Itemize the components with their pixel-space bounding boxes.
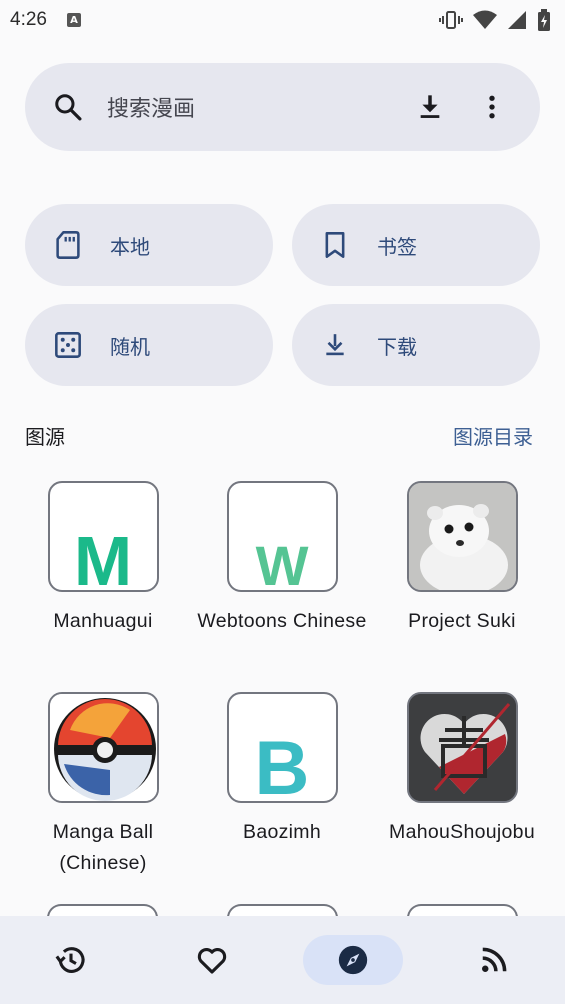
wifi-icon <box>473 10 497 29</box>
source-item[interactable]: Project Suki <box>372 481 552 637</box>
pokeball-image <box>49 694 157 801</box>
nav-explore[interactable] <box>283 916 424 1004</box>
source-name: MahouShoujobu <box>389 821 535 843</box>
search-icon <box>55 94 82 121</box>
source-name: Manga Ball (Chinese) <box>52 821 154 874</box>
source-name: Webtoons Chinese <box>197 610 367 632</box>
vibrate-icon <box>439 11 463 29</box>
status-icons <box>439 9 551 31</box>
source-item[interactable]: M Manhuagui <box>13 481 193 637</box>
search-bar[interactable]: 搜索漫画 <box>25 63 540 151</box>
source-item[interactable]: Manga Ball (Chinese) <box>13 692 193 879</box>
signal-icon <box>508 11 526 29</box>
local-label: 本地 <box>110 234 150 259</box>
nav-feed[interactable] <box>424 916 565 1004</box>
source-name: Manhuagui <box>53 610 153 632</box>
download-queue-icon <box>320 330 350 360</box>
source-icon-baozimh: B <box>226 692 338 803</box>
search-input[interactable]: 搜索漫画 <box>107 91 410 123</box>
history-icon <box>55 947 85 973</box>
heart-logo-image <box>408 694 516 801</box>
status-bar: 4:26 A <box>0 0 565 40</box>
source-icon-manhuagui: M <box>47 481 159 592</box>
download-button[interactable] <box>410 87 450 127</box>
source-item[interactable]: W Webtoons Chinese <box>192 481 372 637</box>
sources-title: 图源 <box>25 425 65 449</box>
nav-active-indicator <box>303 935 404 985</box>
random-label: 随机 <box>110 334 150 359</box>
downloads-button[interactable]: 下载 <box>292 304 540 386</box>
bookmarks-label: 书签 <box>377 234 417 259</box>
source-letter: B <box>254 726 310 803</box>
nav-history[interactable] <box>0 916 141 1004</box>
dice-icon <box>53 330 83 360</box>
downloads-label: 下载 <box>377 334 417 359</box>
explore-icon <box>338 945 368 975</box>
battery-icon <box>538 9 550 31</box>
local-button[interactable]: 本地 <box>25 204 273 286</box>
source-name: Baozimh <box>243 821 321 843</box>
more-vert-icon <box>489 95 495 119</box>
source-icon-manga-ball <box>47 692 159 803</box>
notification-icon: A <box>66 13 81 27</box>
sd-card-icon <box>53 230 83 260</box>
random-button[interactable]: 随机 <box>25 304 273 386</box>
source-name: Project Suki <box>408 610 516 632</box>
bookmarks-button[interactable]: 书签 <box>292 204 540 286</box>
source-icon-project-suki <box>406 481 518 592</box>
source-letter: W <box>255 534 309 592</box>
feed-icon <box>482 947 507 972</box>
status-time: 4:26 <box>10 9 47 30</box>
source-item[interactable]: MahouShoujobu <box>372 692 552 848</box>
ferret-image <box>408 483 516 590</box>
download-icon <box>420 95 440 118</box>
source-icon-mahoushoujobu <box>406 692 518 803</box>
source-catalog-link[interactable]: 图源目录 <box>453 421 533 450</box>
source-icon-webtoons: W <box>226 481 338 592</box>
source-item[interactable]: B Baozimh <box>192 692 372 848</box>
bottom-navigation <box>0 916 565 1004</box>
bookmark-icon <box>320 230 350 260</box>
source-letter: M <box>73 522 133 592</box>
more-options-button[interactable] <box>472 87 512 127</box>
nav-favorites[interactable] <box>141 916 282 1004</box>
favorite-icon <box>197 948 227 974</box>
